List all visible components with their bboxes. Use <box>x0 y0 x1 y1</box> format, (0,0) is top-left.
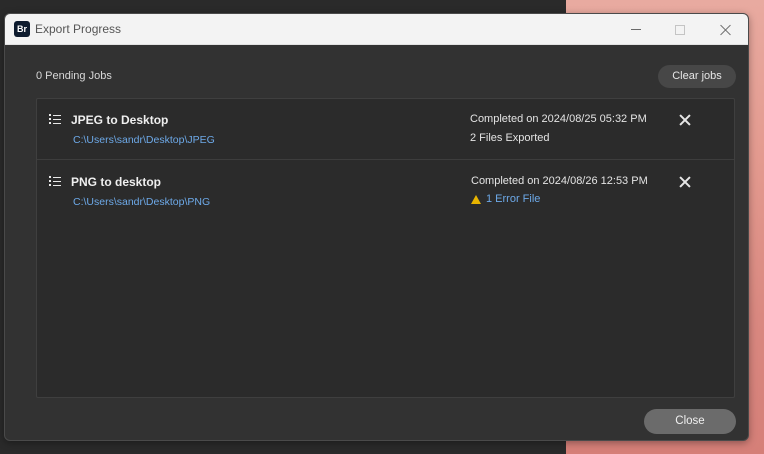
warning-icon <box>471 194 481 204</box>
job-path-link[interactable]: C:\Users\sandr\Desktop\JPEG <box>73 134 215 146</box>
pending-jobs-count: 0 Pending Jobs <box>36 70 112 82</box>
remove-job-close-icon[interactable] <box>679 176 691 188</box>
title-bar[interactable]: Br Export Progress <box>5 14 748 45</box>
maximize-icon <box>675 24 685 35</box>
minimize-button[interactable] <box>613 14 659 45</box>
error-file-label: 1 Error File <box>486 193 541 205</box>
job-status: Completed on 2024/08/26 12:53 PM <box>471 175 648 187</box>
minimize-icon <box>631 29 641 30</box>
job-path-link[interactable]: C:\Users\sandr\Desktop\PNG <box>73 196 210 208</box>
job-status: Completed on 2024/08/25 05:32 PM <box>470 113 647 125</box>
window-title: Export Progress <box>35 22 122 36</box>
job-detail: 2 Files Exported <box>470 132 550 144</box>
clear-jobs-button[interactable]: Clear jobs <box>658 65 736 88</box>
error-file-link[interactable]: 1 Error File <box>471 193 540 205</box>
window-close-button[interactable] <box>703 14 748 45</box>
remove-job-close-icon[interactable] <box>679 114 691 126</box>
job-name: PNG to desktop <box>71 175 162 189</box>
job-row: PNG to desktop C:\Users\sandr\Desktop\PN… <box>37 161 734 222</box>
close-icon <box>720 24 732 36</box>
export-progress-window: Br Export Progress 0 Pending Jobs Clear … <box>4 13 749 441</box>
job-row: JPEG to Desktop C:\Users\sandr\Desktop\J… <box>37 99 734 160</box>
job-list: JPEG to Desktop C:\Users\sandr\Desktop\J… <box>36 98 735 398</box>
list-icon[interactable] <box>49 114 61 125</box>
job-name: JPEG to Desktop <box>71 113 169 127</box>
maximize-button[interactable] <box>657 14 703 45</box>
list-icon[interactable] <box>49 176 61 187</box>
close-button[interactable]: Close <box>644 409 736 434</box>
bridge-app-icon: Br <box>14 21 30 37</box>
